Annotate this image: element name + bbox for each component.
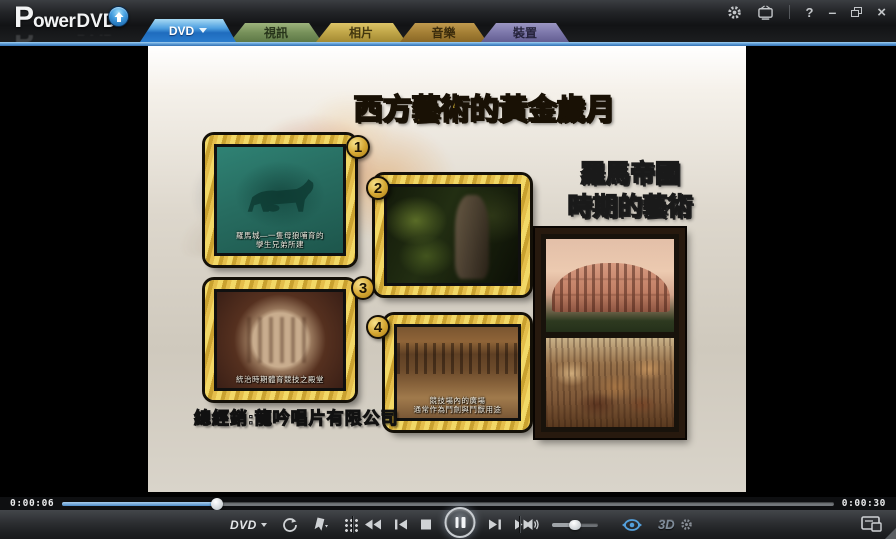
tab-music[interactable]: 音樂 — [400, 23, 487, 42]
logo-ower: ower — [33, 11, 75, 33]
volume-slider[interactable] — [552, 523, 598, 527]
topic-line2: 時期的藝術 — [538, 191, 722, 224]
chapter-2-thumbnail[interactable] — [375, 175, 530, 295]
restore-icon — [851, 7, 862, 17]
separator — [352, 516, 353, 533]
total-duration: 0:00:30 — [842, 498, 886, 509]
chapter-1-thumbnail[interactable]: 羅馬城—一隻母狼哺育的 孿生兄弟所建 — [205, 135, 355, 265]
tab-device-label: 裝置 — [513, 24, 537, 41]
tab-device[interactable]: 裝置 — [481, 23, 569, 42]
battle-painting-image — [546, 338, 674, 427]
elapsed-time: 0:00:06 — [10, 498, 54, 509]
transport-controls — [365, 510, 532, 539]
rewind-button[interactable] — [365, 519, 382, 530]
separator — [519, 516, 520, 533]
tab-photo[interactable]: 相片 — [316, 23, 406, 42]
media-tabs: DVD 視訊 相片 音樂 裝置 — [140, 0, 569, 42]
tab-video-label: 視訊 — [264, 24, 288, 41]
gallery-frame — [535, 228, 685, 438]
dvd-menu-button[interactable]: DVD — [230, 518, 267, 532]
chapter-1-number[interactable]: 1 — [346, 135, 370, 159]
tab-music-label: 音樂 — [431, 24, 455, 41]
stop-button[interactable] — [421, 519, 432, 530]
relief-medallion-image — [217, 292, 343, 388]
volume-speaker-icon[interactable] — [524, 518, 540, 531]
chapter-1-caption: 羅馬城—一隻母狼哺育的 孿生兄弟所建 — [217, 231, 343, 249]
seek-fill — [62, 502, 216, 506]
chapter-3-number[interactable]: 3 — [351, 276, 375, 300]
previous-button[interactable] — [395, 519, 408, 530]
3d-settings[interactable]: 3D — [658, 517, 693, 532]
minimize-button[interactable]: – — [828, 4, 836, 20]
bookmark-icon[interactable] — [313, 517, 329, 532]
pause-button[interactable] — [445, 507, 476, 538]
seek-thumb[interactable] — [211, 498, 223, 510]
dvd-menu-topic: 羅馬帝國 時期的藝術 — [538, 158, 722, 224]
volume-fill — [552, 523, 575, 527]
restore-button[interactable] — [851, 4, 862, 20]
powerdvd-window: PowerDVD PowerDVD — [0, 0, 896, 539]
grid-view-icon[interactable] — [344, 518, 358, 532]
chapter-4-number[interactable]: 4 — [366, 315, 390, 339]
progress-row: 0:00:06 0:00:30 — [0, 497, 896, 510]
chapter-4-caption: 競技場內的廣場 通常作為鬥劍與鬥獸用途 — [397, 396, 518, 414]
up-arrow-icon — [113, 11, 125, 23]
chapter-3-thumbnail[interactable]: 統治時期體育競技之殿堂 — [205, 280, 355, 400]
colosseum-exterior-image — [546, 239, 674, 332]
resize-grip[interactable] — [885, 528, 896, 539]
tab-dvd-label: DVD — [169, 24, 194, 38]
chapter-2-number[interactable]: 2 — [366, 176, 390, 200]
volume-thumb[interactable] — [569, 520, 581, 530]
settings-gear-icon[interactable] — [727, 4, 742, 20]
topic-line1: 羅馬帝國 — [538, 158, 722, 191]
tab-video[interactable]: 視訊 — [230, 23, 322, 42]
display-output-icon[interactable] — [861, 515, 882, 532]
window-controls: ? – × — [727, 4, 886, 20]
tab-dvd[interactable]: DVD — [140, 19, 236, 42]
tv-mode-icon[interactable] — [757, 4, 774, 20]
window-controls-separator — [789, 5, 790, 19]
truetheater-eye-icon[interactable] — [618, 518, 646, 532]
close-button[interactable]: × — [877, 4, 886, 20]
dvd-menu-video[interactable]: 西方藝術的黃金歲月 羅馬帝國 時期的藝術 羅馬城—一隻母狼哺育的 — [148, 46, 746, 492]
distributor-text: 總經銷:龍吟唱片有限公司 — [194, 404, 399, 429]
repeat-icon[interactable] — [282, 517, 298, 533]
seek-slider[interactable] — [62, 502, 834, 506]
chevron-down-icon — [199, 28, 207, 33]
chevron-down-icon — [261, 523, 267, 527]
control-bar: 0:00:06 0:00:30 DVD — [0, 497, 896, 539]
upgrade-button[interactable] — [108, 6, 129, 27]
audio-video-group: 3D — [524, 510, 693, 539]
logo-text: PowerDVD — [14, 1, 117, 35]
next-button[interactable] — [489, 519, 502, 530]
tab-photo-label: 相片 — [349, 24, 373, 41]
gear-icon — [680, 518, 693, 531]
titlebar: PowerDVD PowerDVD — [0, 0, 896, 42]
dvd-menu-title: 西方藝術的黃金歲月 — [348, 86, 620, 128]
menu-tools-group: DVD — [230, 510, 358, 539]
chapter-4-thumbnail[interactable]: 競技場內的廣場 通常作為鬥劍與鬥獸用途 — [385, 315, 530, 430]
powerdvd-logo: PowerDVD PowerDVD — [14, 1, 117, 48]
statue-garden-image — [387, 187, 518, 283]
chapter-3-caption: 統治時期體育競技之殿堂 — [217, 375, 343, 384]
help-button[interactable]: ? — [805, 4, 813, 20]
3d-label: 3D — [658, 517, 675, 532]
logo-p: P — [14, 1, 33, 35]
buttons-row: DVD — [0, 510, 896, 539]
video-area: 西方藝術的黃金歲月 羅馬帝國 時期的藝術 羅馬城—一隻母狼哺育的 — [0, 46, 896, 497]
